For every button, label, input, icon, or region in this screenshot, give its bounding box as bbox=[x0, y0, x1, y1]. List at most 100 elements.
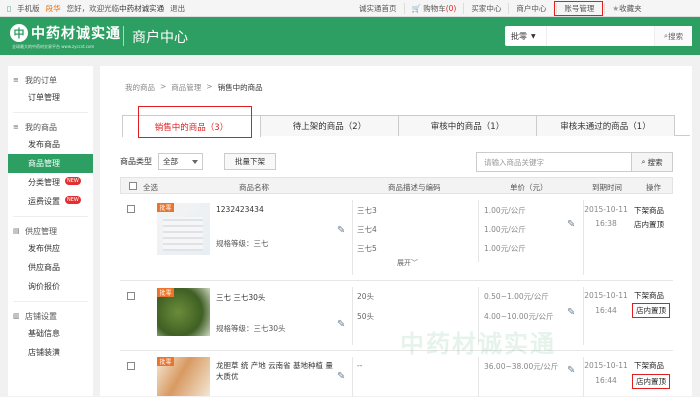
list-icon: ≡ bbox=[13, 122, 19, 131]
search-type-select[interactable]: 批零 ▼ bbox=[505, 26, 547, 46]
type-label: 商品类型 bbox=[120, 156, 152, 166]
product-search-input[interactable]: 请输入商品关键字 bbox=[476, 152, 632, 172]
sidebar-item-publish-product[interactable]: 发布商品 bbox=[8, 135, 93, 154]
edit-icon[interactable]: ✎ bbox=[337, 371, 345, 382]
price: 36.00~38.00元/公斤 bbox=[484, 362, 559, 371]
edit-icon[interactable]: ✎ bbox=[567, 307, 575, 318]
row-checkbox[interactable] bbox=[127, 205, 135, 213]
type-select[interactable]: 全部 bbox=[158, 152, 203, 170]
product-search-button[interactable]: ⌕ 搜索 bbox=[632, 152, 673, 172]
row-checkbox[interactable] bbox=[127, 362, 135, 370]
product-name[interactable]: 1232423434 bbox=[216, 204, 331, 215]
sidebar-item-quotes[interactable]: 询价报价 bbox=[8, 277, 93, 296]
sidebar-group-orders: ≡ 我的订单 bbox=[13, 75, 57, 85]
expand-link[interactable]: 展开﹀ bbox=[397, 258, 418, 268]
header-divider bbox=[123, 26, 124, 46]
select-all-checkbox[interactable] bbox=[129, 182, 137, 190]
delist-button[interactable]: 下架商品 bbox=[634, 205, 664, 216]
logo[interactable]: 中 中药材诚实通 bbox=[10, 23, 121, 43]
desc-code: 50头 bbox=[357, 312, 375, 321]
logo-icon: 中 bbox=[10, 24, 28, 42]
expiry-time: 16:44 bbox=[595, 306, 617, 315]
tab-review-failed[interactable]: 审核未通过的商品（1） bbox=[536, 115, 675, 136]
pin-button[interactable]: 店内置顶 bbox=[634, 219, 664, 230]
sidebar-item-category-management[interactable]: 分类管理 NEW bbox=[8, 173, 93, 192]
header: 中 中药材诚实通 全球最大的中药材交易平台 www.zyccst.com 商户中… bbox=[0, 17, 700, 55]
desc-code: 三七3 bbox=[357, 206, 377, 215]
sidebar-group-products: ≡ 我的商品 bbox=[13, 122, 57, 132]
search-icon: ⌕ bbox=[641, 157, 646, 166]
product-spec: 规格等级：三七30头 bbox=[216, 324, 286, 333]
page-title: 商户中心 bbox=[132, 30, 188, 46]
col-description: 商品描述与编码 bbox=[388, 183, 441, 192]
site-name: 中药材诚实通 bbox=[119, 3, 165, 13]
sidebar-item-supply-products[interactable]: 供应商品 bbox=[8, 258, 93, 277]
merchant-center-link[interactable]: 商户中心 bbox=[508, 3, 553, 14]
header-search-button[interactable]: ⌕ 搜索 bbox=[654, 26, 692, 46]
desc-code: 20头 bbox=[357, 292, 375, 301]
tab-under-review[interactable]: 审核中的商品（1） bbox=[398, 115, 537, 136]
welcome-text: 您好，欢迎光临 bbox=[66, 3, 120, 13]
expiry-date: 2015-10-11 bbox=[584, 205, 628, 214]
sidebar-item-order-management[interactable]: 订单管理 bbox=[8, 88, 93, 107]
breadcrumb-product-management[interactable]: 商品管理 bbox=[171, 82, 201, 93]
logo-subtitle: 全球最大的中药材交易平台 www.zyccst.com bbox=[12, 44, 95, 49]
pin-button[interactable]: 店内置顶 bbox=[632, 374, 670, 389]
new-badge: NEW bbox=[65, 177, 81, 185]
col-expiry: 到期时间 bbox=[592, 183, 622, 192]
wholesale-badge: 批零 bbox=[157, 203, 174, 212]
sidebar-item-publish-supply[interactable]: 发布供应 bbox=[8, 239, 93, 258]
home-link[interactable]: 诚实通首页 bbox=[352, 3, 404, 14]
logout-link[interactable]: 退出 bbox=[170, 3, 185, 14]
expiry-date: 2015-10-11 bbox=[584, 361, 628, 370]
sidebar-item-product-management[interactable]: 商品管理 bbox=[8, 154, 93, 173]
sidebar-item-shipping-settings[interactable]: 运费设置 NEW bbox=[8, 192, 93, 211]
product-name[interactable]: 龙胆草 统 产地 云南省 基地种植 量大质优 bbox=[216, 360, 334, 382]
pin-button[interactable]: 店内置顶 bbox=[632, 303, 670, 318]
new-badge: NEW bbox=[65, 196, 81, 204]
bulk-delist-button[interactable]: 批量下架 bbox=[224, 152, 276, 170]
col-price: 单价（元） bbox=[510, 183, 548, 192]
expiry-time: 16:44 bbox=[595, 376, 617, 385]
main-panel: 我的商品 > 商品管理 > 销售中的商品 销售中的商品（3） 待上架的商品（2）… bbox=[100, 66, 692, 397]
sidebar-item-store-decoration[interactable]: 店铺装潢 bbox=[8, 343, 93, 362]
user-name[interactable]: 段华 bbox=[46, 3, 61, 14]
favorites-link[interactable]: ★收藏夹 bbox=[604, 3, 648, 14]
product-thumbnail[interactable]: 批零 bbox=[157, 203, 210, 255]
delist-button[interactable]: 下架商品 bbox=[634, 360, 664, 371]
sidebar-group-store: ▥ 店铺设置 bbox=[13, 311, 57, 321]
tab-pending-listing[interactable]: 待上架的商品（2） bbox=[260, 115, 399, 136]
wholesale-badge: 批零 bbox=[157, 357, 174, 366]
col-actions: 操作 bbox=[646, 183, 661, 192]
product-name[interactable]: 三七 三七30头 bbox=[216, 292, 331, 303]
desc-code: -- bbox=[357, 361, 363, 370]
price: 1.00元/公斤 bbox=[484, 225, 526, 234]
product-spec: 规格等级：三七 bbox=[216, 239, 269, 248]
row-checkbox[interactable] bbox=[127, 292, 135, 300]
product-thumbnail[interactable]: 批零 bbox=[157, 288, 210, 336]
product-thumbnail[interactable]: 批零 bbox=[157, 357, 210, 396]
cart-link[interactable]: 🛒 购物车(0) bbox=[403, 3, 464, 14]
mobile-version-link[interactable]: 手机版 bbox=[17, 3, 40, 14]
header-search-input[interactable] bbox=[547, 26, 654, 46]
filter-bar: 商品类型 全部 批量下架 请输入商品关键字 ⌕ 搜索 bbox=[120, 151, 688, 172]
price: 4.00~10.00元/公斤 bbox=[484, 312, 554, 321]
breadcrumb-my-products[interactable]: 我的商品 bbox=[125, 82, 155, 93]
sidebar-item-basic-info[interactable]: 基础信息 bbox=[8, 324, 93, 343]
edit-icon[interactable]: ✎ bbox=[567, 219, 575, 230]
edit-icon[interactable]: ✎ bbox=[567, 365, 575, 376]
select-all-label: 全选 bbox=[143, 183, 158, 192]
edit-icon[interactable]: ✎ bbox=[337, 319, 345, 330]
table-row: 批零 1232423434 规格等级：三七 ✎ 三七3 三七4 三七5 展开﹀ … bbox=[120, 194, 673, 281]
sidebar: ≡ 我的订单 订单管理 ≡ 我的商品 发布商品 商品管理 分类管理 NEW 运费设置 N… bbox=[8, 66, 93, 396]
price: 1.00元/公斤 bbox=[484, 244, 526, 253]
breadcrumb-current: 销售中的商品 bbox=[217, 83, 263, 92]
edit-icon[interactable]: ✎ bbox=[337, 225, 345, 236]
col-product-name: 商品名称 bbox=[239, 183, 269, 192]
buyer-center-link[interactable]: 买家中心 bbox=[463, 3, 508, 14]
expiry-date: 2015-10-11 bbox=[584, 291, 628, 300]
table-row: 批零 三七 三七30头 规格等级：三七30头 ✎ 20头 50头 0.50~1.… bbox=[120, 281, 673, 351]
desc-code: 三七4 bbox=[357, 225, 377, 234]
account-management-link[interactable]: 账号管理 bbox=[554, 1, 604, 16]
delist-button[interactable]: 下架商品 bbox=[634, 290, 664, 301]
